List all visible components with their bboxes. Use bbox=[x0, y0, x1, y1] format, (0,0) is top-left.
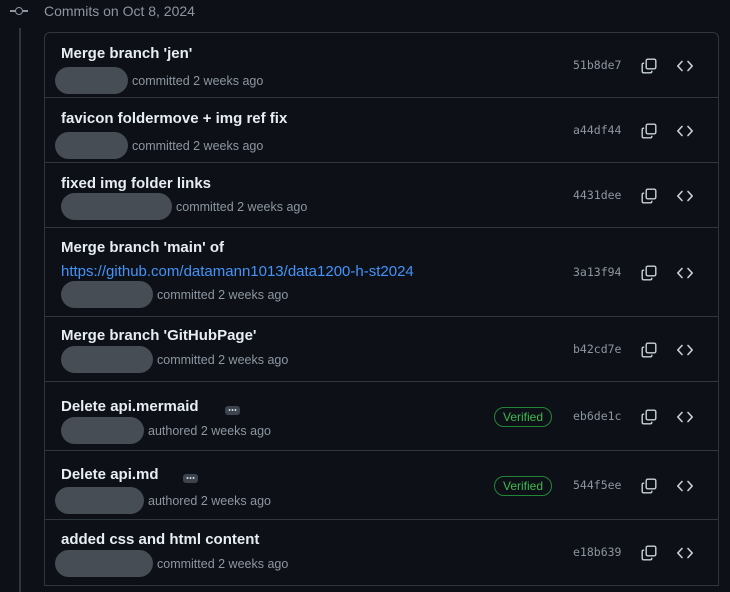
commit-message-link[interactable]: Merge branch 'jen' bbox=[61, 45, 192, 62]
commit-sha-link[interactable]: 3a13f94 bbox=[573, 265, 621, 279]
commit-meta: authored 2 weeks ago bbox=[55, 487, 271, 514]
verified-badge[interactable]: Verified bbox=[494, 476, 553, 496]
ellipsis-icon[interactable] bbox=[183, 474, 198, 483]
commit-message-link[interactable]: favicon foldermove + img ref fix bbox=[61, 110, 287, 127]
commit-meta: authored 2 weeks ago bbox=[61, 417, 271, 444]
commit-meta: committed 2 weeks ago bbox=[55, 67, 263, 94]
commit-sha-link[interactable]: eb6de1c bbox=[573, 409, 621, 423]
git-commit-icon bbox=[10, 1, 28, 21]
commit-action-time: committed 2 weeks ago bbox=[157, 556, 289, 571]
copy-icon[interactable] bbox=[641, 545, 657, 561]
code-icon[interactable] bbox=[676, 188, 694, 204]
commit-sha-link[interactable]: 4431dee bbox=[573, 188, 621, 202]
copy-icon[interactable] bbox=[641, 58, 657, 74]
author-avatar[interactable] bbox=[61, 281, 153, 308]
commit-group-title: Commits on Oct 8, 2024 bbox=[44, 3, 195, 19]
commit-meta: committed 2 weeks ago bbox=[55, 132, 263, 159]
code-icon[interactable] bbox=[676, 58, 694, 74]
commit-row: Merge branch 'main' of https://github.com… bbox=[45, 228, 718, 317]
author-avatar[interactable] bbox=[61, 346, 153, 373]
commit-row: Merge branch 'jen' committed 2 weeks ago 5… bbox=[45, 33, 718, 98]
commit-group-header: Commits on Oct 8, 2024 bbox=[10, 0, 195, 22]
commit-sha-link[interactable]: a44df44 bbox=[573, 123, 621, 137]
commit-list: Merge branch 'jen' committed 2 weeks ago 5… bbox=[44, 32, 719, 586]
author-avatar[interactable] bbox=[55, 132, 128, 159]
author-avatar[interactable] bbox=[61, 193, 172, 220]
commit-sha-link[interactable]: b42cd7e bbox=[573, 342, 621, 356]
commit-sha-link[interactable]: e18b639 bbox=[573, 545, 621, 559]
commit-message-link[interactable]: Merge branch 'main' of bbox=[61, 239, 224, 256]
commit-meta: committed 2 weeks ago bbox=[55, 550, 288, 577]
timeline-line bbox=[19, 28, 21, 592]
copy-icon[interactable] bbox=[641, 342, 657, 358]
code-icon[interactable] bbox=[676, 265, 694, 281]
commit-action-time: committed 2 weeks ago bbox=[176, 199, 308, 214]
commit-row: Delete api.md authored 2 weeks ago Verifie… bbox=[45, 451, 718, 520]
copy-icon[interactable] bbox=[641, 265, 657, 281]
author-avatar[interactable] bbox=[61, 417, 144, 444]
verified-badge[interactable]: Verified bbox=[494, 407, 553, 427]
code-icon[interactable] bbox=[676, 342, 694, 358]
copy-icon[interactable] bbox=[641, 123, 657, 139]
commit-action-time: committed 2 weeks ago bbox=[132, 73, 264, 88]
commit-action-time: committed 2 weeks ago bbox=[157, 287, 289, 302]
code-icon[interactable] bbox=[676, 478, 694, 494]
commit-row: Merge branch 'GitHubPage' committed 2 wee… bbox=[45, 317, 718, 382]
author-avatar[interactable] bbox=[55, 550, 153, 577]
commit-sha-link[interactable]: 544f5ee bbox=[573, 478, 621, 492]
commit-message-link[interactable]: Delete api.mermaid bbox=[61, 398, 199, 415]
ellipsis-icon[interactable] bbox=[225, 406, 240, 415]
author-avatar[interactable] bbox=[55, 67, 128, 94]
commit-row: fixed img folder links committed 2 weeks … bbox=[45, 163, 718, 228]
commit-message-link[interactable]: Delete api.md bbox=[61, 466, 159, 483]
commit-row: Delete api.mermaid authored 2 weeks ago Ve… bbox=[45, 382, 718, 451]
commit-message-link[interactable]: fixed img folder links bbox=[61, 175, 211, 192]
commit-history: Commits on Oct 8, 2024 Merge branch 'jen… bbox=[0, 0, 730, 592]
commit-meta: committed 2 weeks ago bbox=[61, 281, 288, 308]
commit-message-link[interactable]: Merge branch 'GitHubPage' bbox=[61, 327, 257, 344]
commit-message-url-link[interactable]: https://github.com/datamann1013/data1200… bbox=[61, 263, 414, 280]
commit-action-time: authored 2 weeks ago bbox=[148, 493, 272, 508]
copy-icon[interactable] bbox=[641, 188, 657, 204]
commit-row: favicon foldermove + img ref fix committe… bbox=[45, 98, 718, 163]
commit-action-time: committed 2 weeks ago bbox=[132, 138, 264, 153]
commit-row: added css and html content committed 2 we… bbox=[45, 520, 718, 586]
commit-message-link[interactable]: added css and html content bbox=[61, 531, 259, 548]
commit-action-time: committed 2 weeks ago bbox=[157, 352, 289, 367]
commit-meta: committed 2 weeks ago bbox=[61, 346, 288, 373]
copy-icon[interactable] bbox=[641, 478, 657, 494]
commit-sha-link[interactable]: 51b8de7 bbox=[573, 58, 621, 72]
commit-meta: committed 2 weeks ago bbox=[61, 193, 307, 220]
code-icon[interactable] bbox=[676, 545, 694, 561]
copy-icon[interactable] bbox=[641, 409, 657, 425]
commit-action-time: authored 2 weeks ago bbox=[148, 423, 272, 438]
author-avatar[interactable] bbox=[55, 487, 144, 514]
code-icon[interactable] bbox=[676, 123, 694, 139]
code-icon[interactable] bbox=[676, 409, 694, 425]
